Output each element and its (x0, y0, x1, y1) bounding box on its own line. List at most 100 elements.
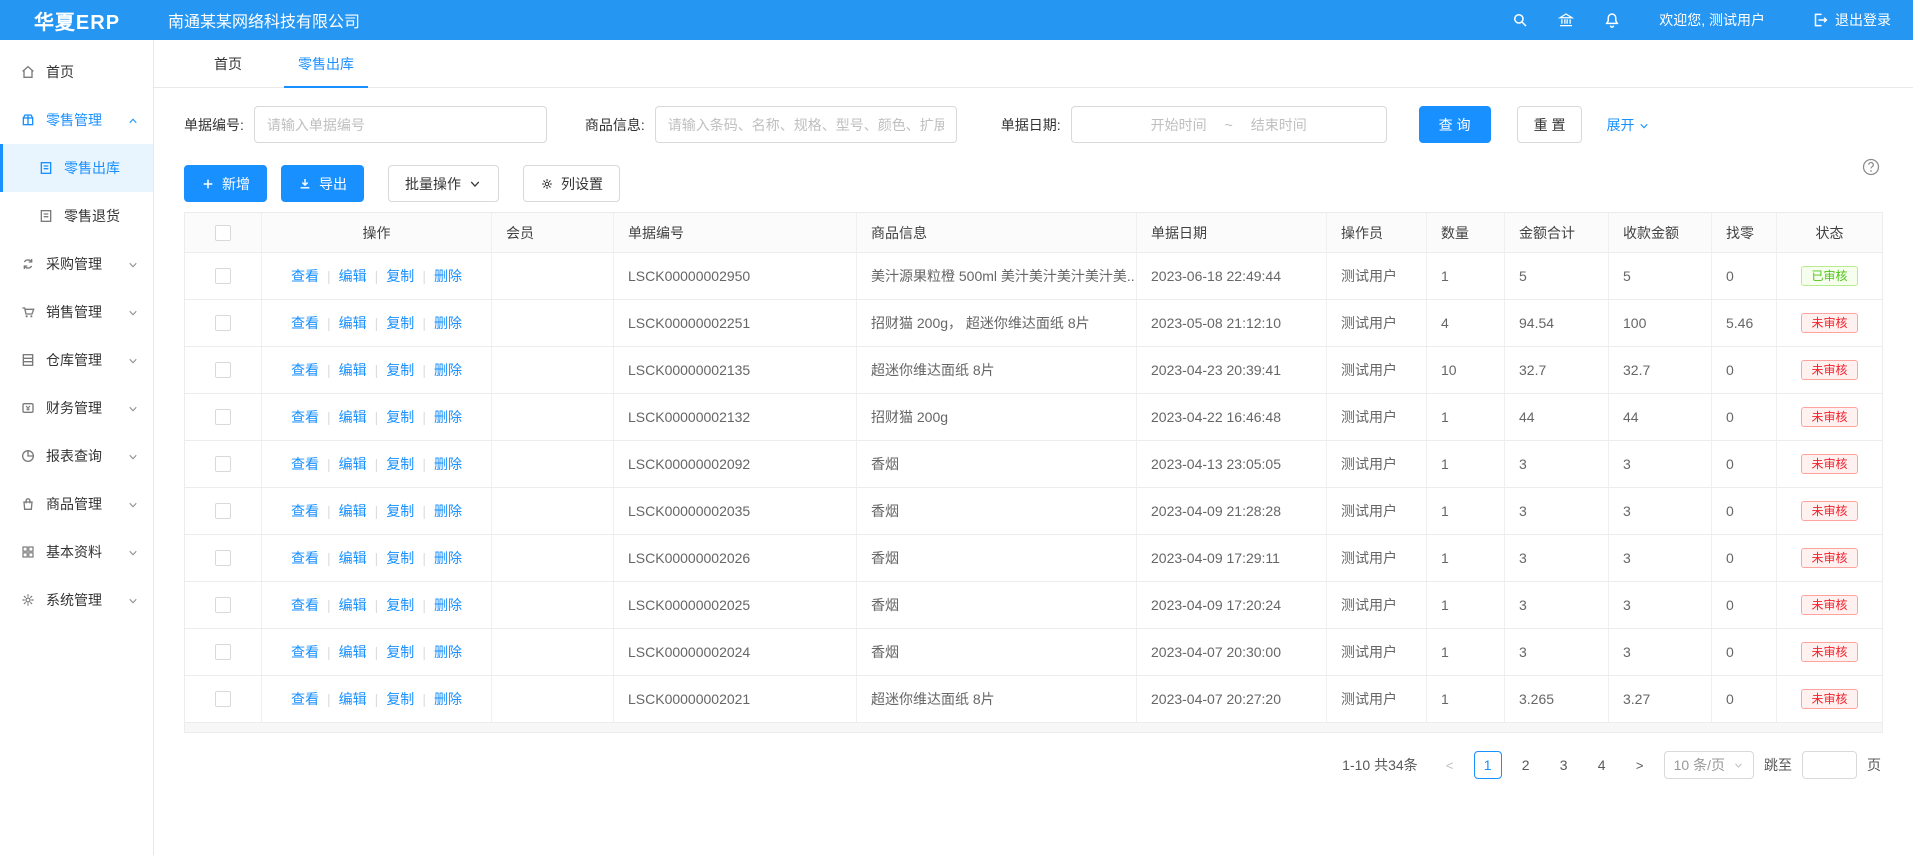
jump-page-input[interactable] (1802, 751, 1857, 779)
row-action-复制[interactable]: 复制 (386, 313, 414, 333)
search-button[interactable]: 查 询 (1419, 106, 1491, 143)
row-action-复制[interactable]: 复制 (386, 595, 414, 615)
sidebar-item-系统管理[interactable]: 系统管理 (0, 576, 153, 624)
tab-零售出库[interactable]: 零售出库 (284, 54, 368, 88)
row-action-编辑[interactable]: 编辑 (339, 595, 367, 615)
action-separator: | (422, 550, 426, 566)
row-checkbox[interactable] (215, 268, 231, 284)
bell-icon[interactable] (1603, 11, 1621, 29)
row-action-删除[interactable]: 删除 (434, 266, 462, 286)
row-action-查看[interactable]: 查看 (291, 313, 319, 333)
sidebar-item-采购管理[interactable]: 采购管理 (0, 240, 153, 288)
column-header-商品信息: 商品信息 (857, 213, 1137, 252)
row-checkbox[interactable] (215, 409, 231, 425)
row-action-编辑[interactable]: 编辑 (339, 642, 367, 662)
sidebar-item-销售管理[interactable]: 销售管理 (0, 288, 153, 336)
row-action-删除[interactable]: 删除 (434, 360, 462, 380)
add-button[interactable]: 新增 (184, 165, 267, 202)
row-checkbox[interactable] (215, 644, 231, 660)
change-cell: 0 (1712, 629, 1777, 675)
sidebar-item-财务管理[interactable]: 财务管理 (0, 384, 153, 432)
table-body: 查看|编辑|复制|删除 LSCK00000002950 美汁源果粒橙 500ml… (185, 253, 1882, 723)
row-checkbox[interactable] (215, 362, 231, 378)
row-action-查看[interactable]: 查看 (291, 501, 319, 521)
column-settings-button[interactable]: 列设置 (523, 165, 620, 202)
sidebar-item-零售退货[interactable]: 零售退货 (0, 192, 153, 240)
row-checkbox[interactable] (215, 503, 231, 519)
row-action-编辑[interactable]: 编辑 (339, 501, 367, 521)
member-cell (492, 347, 614, 393)
sidebar-item-基本资料[interactable]: 基本资料 (0, 528, 153, 576)
row-action-删除[interactable]: 删除 (434, 454, 462, 474)
row-action-编辑[interactable]: 编辑 (339, 360, 367, 380)
sidebar-item-零售出库[interactable]: 零售出库 (0, 144, 153, 192)
row-action-查看[interactable]: 查看 (291, 360, 319, 380)
platform-icon[interactable] (1557, 11, 1575, 29)
prev-page-button[interactable]: < (1436, 751, 1464, 779)
search-icon[interactable] (1511, 11, 1529, 29)
row-action-编辑[interactable]: 编辑 (339, 313, 367, 333)
page-3[interactable]: 3 (1550, 751, 1578, 779)
row-checkbox[interactable] (215, 315, 231, 331)
row-action-删除[interactable]: 删除 (434, 595, 462, 615)
row-action-编辑[interactable]: 编辑 (339, 407, 367, 427)
row-action-复制[interactable]: 复制 (386, 360, 414, 380)
logout-button[interactable]: 退出登录 (1811, 10, 1891, 30)
row-action-编辑[interactable]: 编辑 (339, 689, 367, 709)
row-action-复制[interactable]: 复制 (386, 689, 414, 709)
action-separator: | (422, 597, 426, 613)
row-checkbox[interactable] (215, 691, 231, 707)
row-action-查看[interactable]: 查看 (291, 407, 319, 427)
row-action-编辑[interactable]: 编辑 (339, 266, 367, 286)
change-cell: 0 (1712, 253, 1777, 299)
page-2[interactable]: 2 (1512, 751, 1540, 779)
page-size-select[interactable]: 10 条/页 (1664, 751, 1754, 779)
page-size-value: 10 条/页 (1674, 755, 1725, 775)
page-1[interactable]: 1 (1474, 751, 1502, 779)
row-action-复制[interactable]: 复制 (386, 501, 414, 521)
row-action-删除[interactable]: 删除 (434, 548, 462, 568)
reset-button[interactable]: 重 置 (1517, 106, 1583, 143)
row-checkbox[interactable] (215, 456, 231, 472)
product-info-input[interactable] (655, 106, 957, 143)
help-icon[interactable] (1861, 157, 1881, 177)
row-action-复制[interactable]: 复制 (386, 266, 414, 286)
sidebar-item-仓库管理[interactable]: 仓库管理 (0, 336, 153, 384)
row-action-查看[interactable]: 查看 (291, 689, 319, 709)
sidebar-item-报表查询[interactable]: 报表查询 (0, 432, 153, 480)
export-label: 导出 (319, 174, 347, 194)
row-action-查看[interactable]: 查看 (291, 595, 319, 615)
tab-首页[interactable]: 首页 (200, 54, 256, 88)
row-action-复制[interactable]: 复制 (386, 642, 414, 662)
row-action-查看[interactable]: 查看 (291, 266, 319, 286)
row-checkbox[interactable] (215, 597, 231, 613)
sidebar-item-首页[interactable]: 首页 (0, 48, 153, 96)
order-no-input[interactable] (254, 106, 547, 143)
sidebar-item-商品管理[interactable]: 商品管理 (0, 480, 153, 528)
row-action-查看[interactable]: 查看 (291, 454, 319, 474)
expand-link[interactable]: 展开 (1606, 115, 1650, 135)
row-action-编辑[interactable]: 编辑 (339, 454, 367, 474)
row-checkbox[interactable] (215, 550, 231, 566)
row-action-编辑[interactable]: 编辑 (339, 548, 367, 568)
row-action-删除[interactable]: 删除 (434, 501, 462, 521)
next-page-button[interactable]: > (1626, 751, 1654, 779)
page-4[interactable]: 4 (1588, 751, 1616, 779)
row-action-复制[interactable]: 复制 (386, 407, 414, 427)
row-action-删除[interactable]: 删除 (434, 642, 462, 662)
action-separator: | (327, 409, 331, 425)
row-action-复制[interactable]: 复制 (386, 548, 414, 568)
batch-actions-button[interactable]: 批量操作 (388, 165, 499, 202)
date-range-input[interactable]: 开始时间 ~ 结束时间 (1071, 106, 1387, 143)
export-button[interactable]: 导出 (281, 165, 364, 202)
action-separator: | (422, 644, 426, 660)
row-action-删除[interactable]: 删除 (434, 313, 462, 333)
row-action-查看[interactable]: 查看 (291, 548, 319, 568)
horizontal-scrollbar[interactable] (184, 723, 1883, 733)
sidebar-item-零售管理[interactable]: 零售管理 (0, 96, 153, 144)
select-all-checkbox[interactable] (215, 225, 231, 241)
row-action-删除[interactable]: 删除 (434, 407, 462, 427)
row-action-复制[interactable]: 复制 (386, 454, 414, 474)
row-action-查看[interactable]: 查看 (291, 642, 319, 662)
row-action-删除[interactable]: 删除 (434, 689, 462, 709)
